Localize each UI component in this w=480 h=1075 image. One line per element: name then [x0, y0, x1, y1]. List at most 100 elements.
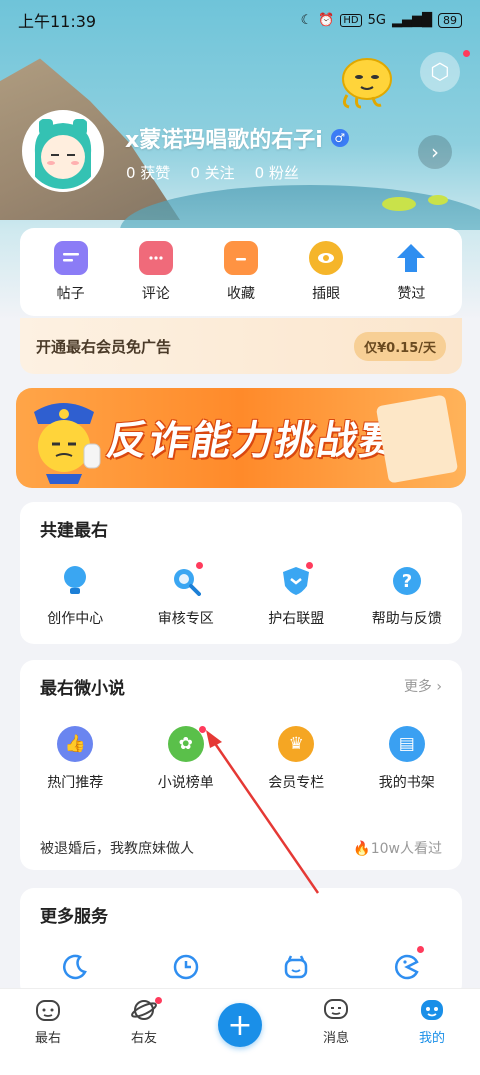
vip-price-button[interactable]: 仅¥0.15/天 — [354, 331, 446, 361]
lightbulb-icon — [58, 564, 92, 598]
notification-dot — [416, 946, 424, 953]
network-label: 5G — [367, 12, 386, 28]
story-views: 🔥10w人看过 — [353, 838, 442, 858]
book-icon: ▤ — [388, 726, 425, 762]
quick-action-bookmark-eye[interactable]: 插眼 — [286, 241, 366, 303]
fish-decoration-icon — [382, 197, 416, 211]
notification-dot — [195, 562, 203, 569]
eye-icon — [309, 241, 344, 275]
plus-icon[interactable]: + — [218, 1003, 262, 1047]
male-icon: ♂ — [330, 129, 349, 147]
section-title: 共建最右 — [40, 521, 108, 541]
section-title: 更多服务 — [40, 907, 108, 927]
quick-action-comments[interactable]: 评论 — [116, 241, 196, 303]
novel-item-ranking[interactable]: ✿ 小说榜单 — [136, 726, 236, 792]
police-mascot-icon — [34, 403, 101, 484]
comment-icon — [138, 241, 173, 275]
novel-item-label: 小说榜单 — [157, 775, 214, 791]
nav-messages[interactable]: 消息 — [296, 995, 376, 1046]
following-count[interactable]: 0 关注 — [190, 162, 234, 183]
fish-decoration-icon — [428, 195, 448, 205]
cobuild-item-label: 护右联盟 — [268, 611, 325, 627]
hd-icon: HD — [340, 13, 362, 27]
nav-label: 右友 — [130, 1031, 157, 1046]
profile-stats: 0 获赞 0 关注 0 粉丝 — [126, 162, 299, 183]
nav-friends[interactable]: 右友 — [104, 995, 184, 1046]
cobuild-item-guardian-alliance[interactable]: 护右联盟 — [246, 562, 346, 628]
cobuild-item-label: 帮助与反馈 — [371, 611, 442, 627]
anti-fraud-banner[interactable]: 反诈能力挑战赛 — [16, 388, 466, 488]
featured-story-row[interactable]: 被退婚后，我教庶妹做人 🔥10w人看过 — [40, 838, 442, 858]
moon-icon: ☾ — [300, 12, 313, 28]
section-title: 最右微小说 — [40, 679, 125, 699]
novel-item-label: 热门推荐 — [47, 775, 104, 791]
notification-dot — [155, 997, 162, 1004]
notification-dot — [198, 726, 206, 733]
more-services-section: 更多服务 — [20, 888, 462, 998]
banner-document-decoration — [375, 394, 459, 484]
thumb-up-arrow-icon — [394, 241, 428, 275]
shield-icon — [279, 562, 314, 598]
service-history[interactable] — [136, 950, 236, 984]
username-text: x蒙诺玛唱歌的右子i — [125, 128, 323, 153]
novel-grid: 👍 热门推荐 ✿ 小说榜单 ♛ 会员专栏 ▤ 我的书架 — [20, 726, 462, 792]
question-mark-icon: ? — [390, 564, 424, 598]
notification-dot — [306, 562, 314, 569]
home-face-icon — [33, 995, 63, 1025]
hexagon-settings-icon: ⬡ — [430, 59, 450, 85]
status-icons: ☾ ⏰ HD 5G ▂▄▆█ 89 — [300, 12, 462, 28]
nav-home[interactable]: 最右 — [8, 995, 88, 1046]
cobuild-item-label: 创作中心 — [47, 611, 104, 627]
services-grid — [20, 946, 462, 984]
vip-promo-bar[interactable]: 开通最右会员免广告 仅¥0.15/天 — [20, 318, 462, 374]
avatar[interactable] — [22, 110, 104, 192]
nav-create[interactable]: + — [200, 995, 280, 1047]
svg-text:?: ? — [402, 571, 412, 592]
novel-item-bookshelf[interactable]: ▤ 我的书架 — [357, 726, 457, 792]
cobuild-item-help-feedback[interactable]: ? 帮助与反馈 — [357, 564, 457, 628]
novel-item-label: 我的书架 — [378, 775, 435, 791]
thumbs-up-icon: 👍 — [57, 726, 94, 762]
ranking-badge-icon: ✿ — [167, 726, 204, 762]
cobuild-item-review-zone[interactable]: 审核专区 — [136, 562, 236, 628]
service-game[interactable] — [357, 946, 457, 984]
bottom-navigation: 最右 右友 + 消息 我的 — [0, 988, 480, 1075]
header-sea-art — [120, 185, 480, 230]
status-bar: 上午11:39 ☾ ⏰ HD 5G ▂▄▆█ 89 — [0, 0, 480, 40]
me-face-icon — [417, 995, 447, 1025]
nav-label: 我的 — [418, 1031, 445, 1046]
likes-count[interactable]: 0 获赞 — [126, 162, 170, 183]
username[interactable]: x蒙诺玛唱歌的右子i ♂ — [125, 122, 349, 154]
status-time: 上午11:39 — [18, 12, 97, 31]
novel-item-hot[interactable]: 👍 热门推荐 — [25, 726, 125, 792]
alarm-icon: ⏰ — [318, 12, 335, 28]
crown-icon: ♛ — [278, 726, 315, 762]
quick-action-label: 收藏 — [226, 286, 255, 302]
mascot-face-icon — [279, 950, 313, 984]
quick-action-liked[interactable]: 赞过 — [371, 241, 451, 303]
quick-action-label: 赞过 — [397, 286, 426, 302]
quick-action-posts[interactable]: 帖子 — [31, 241, 111, 303]
clock-icon — [169, 950, 203, 984]
quick-action-favorites[interactable]: 收藏 — [201, 241, 281, 303]
quick-action-label: 插眼 — [312, 286, 341, 302]
moon-icon — [58, 950, 92, 984]
quick-action-label: 帖子 — [56, 286, 85, 302]
cobuild-item-creation-center[interactable]: 创作中心 — [25, 564, 125, 628]
profile-detail-button[interactable]: › — [418, 135, 452, 169]
quick-action-label: 评论 — [141, 286, 170, 302]
message-face-icon — [321, 995, 351, 1025]
service-mascot[interactable] — [246, 950, 346, 984]
nav-me[interactable]: 我的 — [392, 995, 472, 1046]
notification-dot — [463, 50, 470, 57]
settings-button[interactable]: ⬡ — [420, 52, 460, 92]
micro-novel-section: 最右微小说 更多 › 👍 热门推荐 ✿ 小说榜单 ♛ 会员专栏 ▤ 我的书架 被… — [20, 660, 462, 870]
novel-item-vip-column[interactable]: ♛ 会员专栏 — [246, 726, 346, 792]
chevron-right-icon: › — [431, 140, 439, 164]
cobuild-grid: 创作中心 审核专区 护右联盟 ? 帮助与反馈 — [20, 562, 462, 628]
battery-icon: 89 — [438, 12, 462, 28]
more-link[interactable]: 更多 › — [404, 676, 442, 696]
fans-count[interactable]: 0 粉丝 — [255, 162, 299, 183]
flame-icon: 🔥 — [353, 841, 371, 857]
service-night-mode[interactable] — [25, 950, 125, 984]
